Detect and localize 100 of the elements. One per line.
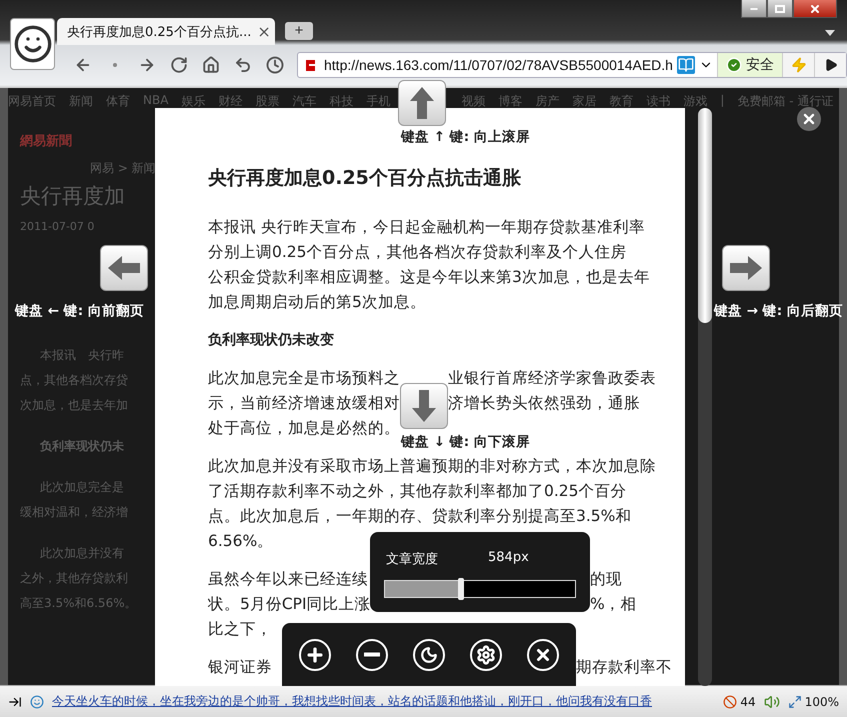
width-slider[interactable] <box>384 580 576 598</box>
article-text: 高至3.5%和6.56%。 <box>20 595 138 612</box>
article-text: 银河证券 <box>208 657 273 678</box>
article-text: 加息周期启动后的第5次加息。 <box>208 292 426 313</box>
settings-button[interactable] <box>470 638 502 670</box>
article-text: 示，当前经济增速放缓相对 <box>208 393 400 414</box>
zoom-out-button[interactable] <box>356 638 388 670</box>
play-button[interactable] <box>814 53 846 77</box>
nav-link[interactable]: | <box>720 93 724 110</box>
nav-link[interactable]: 手机 <box>366 93 390 110</box>
close-icon <box>809 2 821 14</box>
refresh-icon <box>170 56 188 74</box>
article-text: 状。5月份CPI同比上涨 <box>208 594 370 615</box>
article-text: 比之下， <box>208 619 273 640</box>
nav-link[interactable]: 股票 <box>255 93 280 110</box>
nav-link[interactable]: 科技 <box>329 93 354 110</box>
article-text: 之外，其他存贷款利 <box>20 570 129 587</box>
nav-link[interactable]: 汽车 <box>292 93 316 110</box>
article-text: %，相 <box>590 594 638 615</box>
section-heading: 负利率现状仍未改变 <box>208 330 335 350</box>
arrow-left-icon <box>106 253 142 283</box>
nav-link[interactable]: 博客 <box>498 93 522 110</box>
key-hint: 键盘 ↑ 键: 向上滚屏 <box>401 128 530 146</box>
sidebar-toggle-icon[interactable] <box>8 694 22 708</box>
article-text: 了活期存款利率不动之外，其他存款利率都加了0.25个百分 <box>208 481 627 502</box>
menu-icon[interactable] <box>825 30 835 36</box>
avatar-icon[interactable] <box>10 18 55 70</box>
arrow-down-icon <box>409 388 439 424</box>
volume-icon[interactable] <box>764 694 780 710</box>
article-text: 此次加息完全是 <box>39 479 125 496</box>
zoom-icon <box>788 694 802 708</box>
nav-link[interactable]: 房产 <box>535 93 560 110</box>
news-ticker-link[interactable]: 今天坐火车的时候，坐在我旁边的是个帅哥，我想找些时间表，站名的话题和他搭讪，刚开口，他问我有没有口香 <box>52 693 716 710</box>
article-text: 此次加息并没有采取市场上普遍预期的非对称方式，本次加息除 <box>208 456 656 477</box>
browser-tab[interactable]: 央行再度加息0.25个百分点抗... × <box>57 18 275 45</box>
play-icon <box>824 58 838 72</box>
moon-icon <box>420 646 438 664</box>
article-text: 业银行首席经济学家鲁政委表 <box>448 368 657 389</box>
minimize-button[interactable] <box>741 0 767 18</box>
site-logo: 網易新聞 <box>20 132 73 150</box>
nav-link[interactable]: 网易首页 <box>8 93 56 110</box>
down-key[interactable] <box>400 383 448 429</box>
scrollbar[interactable] <box>698 108 712 686</box>
nav-link[interactable]: 财经 <box>218 93 242 110</box>
nav-link[interactable]: 免费邮箱 - 通行证 <box>737 93 834 110</box>
blocked-icon <box>723 694 738 708</box>
article-text: 本报讯 央行昨 <box>39 347 125 364</box>
nav-link[interactable]: 娱乐 <box>181 93 206 110</box>
article-text: 负利率现状仍未 <box>38 438 125 455</box>
forward-icon <box>138 56 156 74</box>
close-reader-button[interactable] <box>527 638 560 670</box>
tab-title: 央行再度加息0.25个百分点抗... <box>67 24 252 40</box>
blocked-count: 44 <box>740 694 756 708</box>
undo-icon <box>234 56 252 74</box>
nav-link[interactable]: 体育 <box>106 93 130 110</box>
right-key[interactable] <box>722 245 770 291</box>
article-text: 点。此次加息后，一年期的存、贷款利率分别提高至3.5%和 <box>208 506 632 527</box>
security-button[interactable]: 安全 <box>717 53 782 77</box>
article-text: 次加息，也是去年加 <box>20 397 129 414</box>
new-tab-button[interactable]: + <box>285 22 313 40</box>
article-text: 济增长势头依然强劲，通胀 <box>448 393 641 414</box>
nav-link[interactable]: NBA <box>143 93 168 110</box>
site-logo-icon <box>304 58 318 72</box>
close-window-button[interactable] <box>793 0 837 18</box>
nav-link[interactable]: 教育 <box>609 93 634 110</box>
article-text: 分别上调0.25个百分点，其他各档次存贷款利率及个人住房 <box>208 242 627 263</box>
zoom-level[interactable]: 100% <box>804 694 839 708</box>
address-bar[interactable]: http://news.163.com/11/0707/02/78AVSB5500014AED.h 安全 <box>297 52 847 78</box>
nav-link[interactable]: 新闻 <box>69 93 93 110</box>
nav-link[interactable]: 游戏 <box>683 93 708 110</box>
check-icon <box>726 57 742 73</box>
minus-icon <box>364 652 380 657</box>
article-text: 处于高位，加息是必然的。 <box>208 418 400 439</box>
maximize-icon <box>775 4 785 12</box>
smile-icon <box>30 694 44 708</box>
left-key[interactable] <box>100 245 148 291</box>
maximize-button[interactable] <box>767 0 793 18</box>
article-text: 公积金贷款利率相应调整。这是今年以来第3次加息，也是去年 <box>208 267 650 288</box>
nav-link[interactable]: 视频 <box>461 93 486 110</box>
article-text: 此次加息完全是市场预料之 <box>208 368 400 389</box>
article-text: 6.56%。 <box>208 531 274 552</box>
close-icon <box>801 111 817 127</box>
settings-icon <box>476 644 496 664</box>
nav-link[interactable]: 家居 <box>572 93 596 110</box>
article-text: 此次加息并没有 <box>39 545 125 562</box>
breadcrumb: 网易 > 新闻 <box>90 160 156 177</box>
night-mode-button[interactable] <box>412 638 445 670</box>
zoom-in-button[interactable] <box>298 638 331 670</box>
key-hint: 键盘 → 键: 向后翻页 <box>714 302 843 320</box>
arrow-up-icon <box>407 85 437 121</box>
nav-link[interactable]: 读书 <box>646 93 670 110</box>
up-key[interactable] <box>398 80 446 126</box>
key-hint: 键盘 ↓ 键: 向下滚屏 <box>401 433 530 451</box>
reader-title: 央行再度加息0.25个百分点抗击通胀 <box>208 166 522 191</box>
key-hint: 键盘 ← 键: 向前翻页 <box>15 302 144 320</box>
plus-icon <box>304 644 325 664</box>
article-text: 的现 <box>590 569 623 590</box>
arrow-right-icon <box>728 253 764 283</box>
article-text: 虽然今年以来已经连续 <box>208 569 369 590</box>
lightning-icon <box>790 57 806 73</box>
